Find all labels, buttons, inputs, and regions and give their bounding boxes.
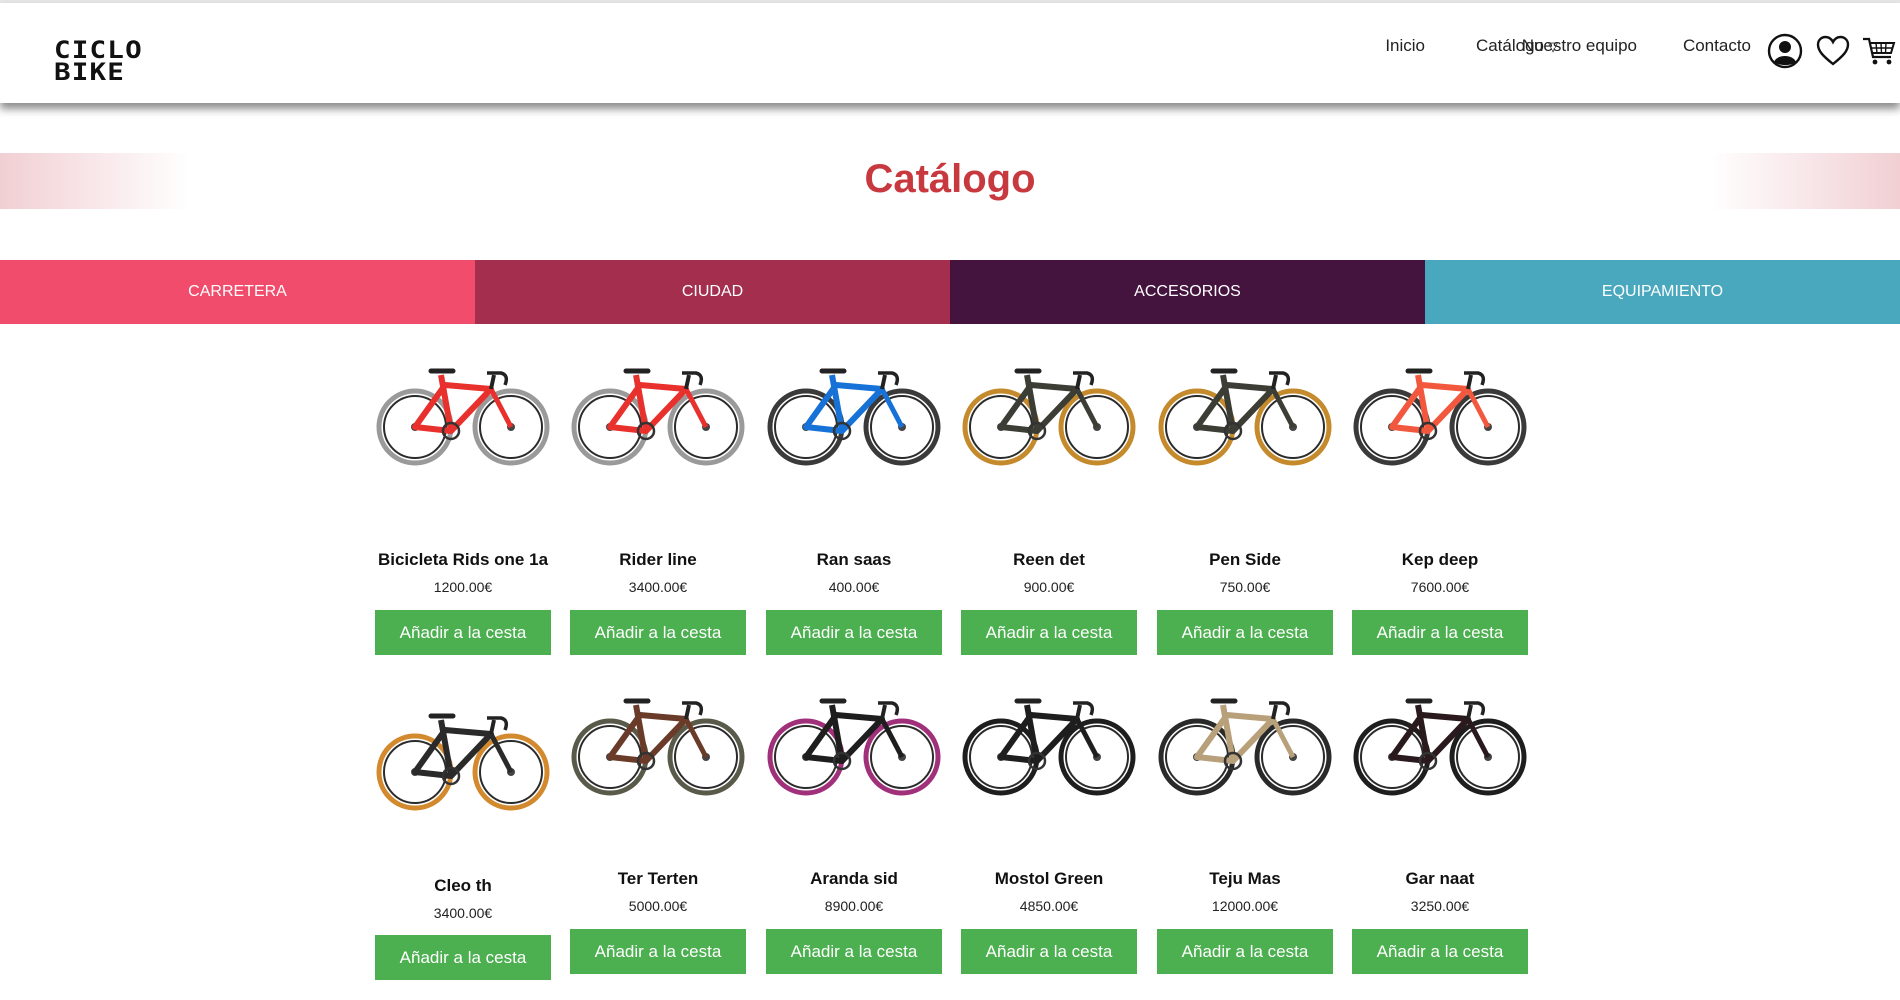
product-image[interactable] [766,675,942,815]
product-price: 4850.00€ [1019,898,1079,914]
product-image[interactable] [1157,345,1333,485]
add-to-cart-button[interactable]: Añadir a la cesta [1352,929,1528,974]
product-card[interactable]: Pen Side 750.00€ Añadir a la cesta [1157,340,1333,670]
product-name: Cleo th [434,876,492,895]
category-tab-equipamiento[interactable]: EQUIPAMIENTO [1425,260,1900,324]
product-card[interactable]: Bicicleta Rids one 1a 1200.00€ Añadir a la… [375,340,551,670]
category-tab-ciudad[interactable]: CIUDAD [475,260,950,324]
product-price: 750.00€ [1219,579,1271,595]
product-image[interactable] [961,675,1137,815]
product-price: 3400.00€ [433,905,493,921]
product-image[interactable] [766,345,942,485]
page-title: Catálogo [864,157,1036,201]
product-card[interactable]: Ter Terten 5000.00€ Añadir a la cesta [570,670,746,1000]
category-tab-carretera[interactable]: CARRETERA [0,260,475,324]
product-image[interactable] [375,690,551,830]
nav-link-contacto[interactable]: Contacto [1683,36,1751,56]
product-name: Gar naat [1405,869,1475,888]
product-name: Aranda sid [810,869,898,888]
product-price: 400.00€ [828,579,880,595]
nav-link-inicio[interactable]: Inicio [1385,36,1425,56]
category-bar: CARRETERA CIUDAD ACCESORIOS EQUIPAMIENTO [0,260,1900,324]
product-name: Bicicleta Rids one 1a [377,550,549,569]
product-image[interactable] [961,345,1137,485]
product-price: 12000.00€ [1211,898,1279,914]
product-price: 1200.00€ [433,579,493,595]
product-card[interactable]: Mostol Green 4850.00€ Añadir a la cesta [961,670,1137,1000]
title-band: Catálogo [0,153,1900,209]
brand-logo[interactable]: CICLO BIKE [54,38,204,84]
product-name: Rider line [619,550,697,569]
product-name: Reen det [1013,550,1085,569]
product-image[interactable] [570,675,746,815]
heart-icon[interactable] [1815,33,1851,69]
product-price: 7600.00€ [1410,579,1470,595]
product-card[interactable]: Cleo th 3400.00€ Añadir a la cesta [375,670,551,1000]
product-price: 3400.00€ [628,579,688,595]
product-price: 3250.00€ [1410,898,1470,914]
brand-logo-text: CICLO BIKE [54,36,143,86]
product-name: Mostol Green [994,869,1104,888]
product-image[interactable] [1352,345,1528,485]
product-image[interactable] [375,345,551,485]
product-card[interactable]: Teju Mas 12000.00€ Añadir a la cesta [1157,670,1333,1000]
product-price: 5000.00€ [628,898,688,914]
add-to-cart-button[interactable]: Añadir a la cesta [570,929,746,974]
product-name: Ran saas [816,550,892,569]
add-to-cart-button[interactable]: Añadir a la cesta [1157,929,1333,974]
product-card[interactable]: Gar naat 3250.00€ Añadir a la cesta [1352,670,1528,1000]
product-card[interactable]: Ran saas 400.00€ Añadir a la cesta [766,340,942,670]
user-account-icon[interactable] [1767,33,1803,69]
cart-icon[interactable] [1861,33,1897,69]
add-to-cart-button[interactable]: Añadir a la cesta [961,929,1137,974]
add-to-cart-button[interactable]: Añadir a la cesta [766,929,942,974]
product-price: 8900.00€ [824,898,884,914]
add-to-cart-button[interactable]: Añadir a la cesta [1352,610,1528,655]
product-image[interactable] [1352,675,1528,815]
product-card[interactable]: Aranda sid 8900.00€ Añadir a la cesta [766,670,942,1000]
add-to-cart-button[interactable]: Añadir a la cesta [766,610,942,655]
add-to-cart-button[interactable]: Añadir a la cesta [1157,610,1333,655]
product-price: 900.00€ [1023,579,1075,595]
product-name: Ter Terten [617,869,699,888]
product-name: Pen Side [1209,550,1281,569]
product-card[interactable]: Kep deep 7600.00€ Añadir a la cesta [1352,340,1528,670]
nav-link-nuestro-equipo[interactable]: Nuestro equipo [1522,36,1637,56]
add-to-cart-button[interactable]: Añadir a la cesta [375,610,551,655]
product-card[interactable]: Rider line 3400.00€ Añadir a la cesta [570,340,746,670]
add-to-cart-button[interactable]: Añadir a la cesta [570,610,746,655]
product-name: Kep deep [1401,550,1479,569]
product-card[interactable]: Reen det 900.00€ Añadir a la cesta [961,340,1137,670]
product-image[interactable] [1157,675,1333,815]
add-to-cart-button[interactable]: Añadir a la cesta [961,610,1137,655]
add-to-cart-button[interactable]: Añadir a la cesta [375,935,551,980]
product-image[interactable] [570,345,746,485]
product-name: Teju Mas [1209,869,1281,888]
site-header: CICLO BIKE Inicio Catálogo ▽ Nuestro equi… [0,3,1900,103]
category-tab-accesorios[interactable]: ACCESORIOS [950,260,1425,324]
